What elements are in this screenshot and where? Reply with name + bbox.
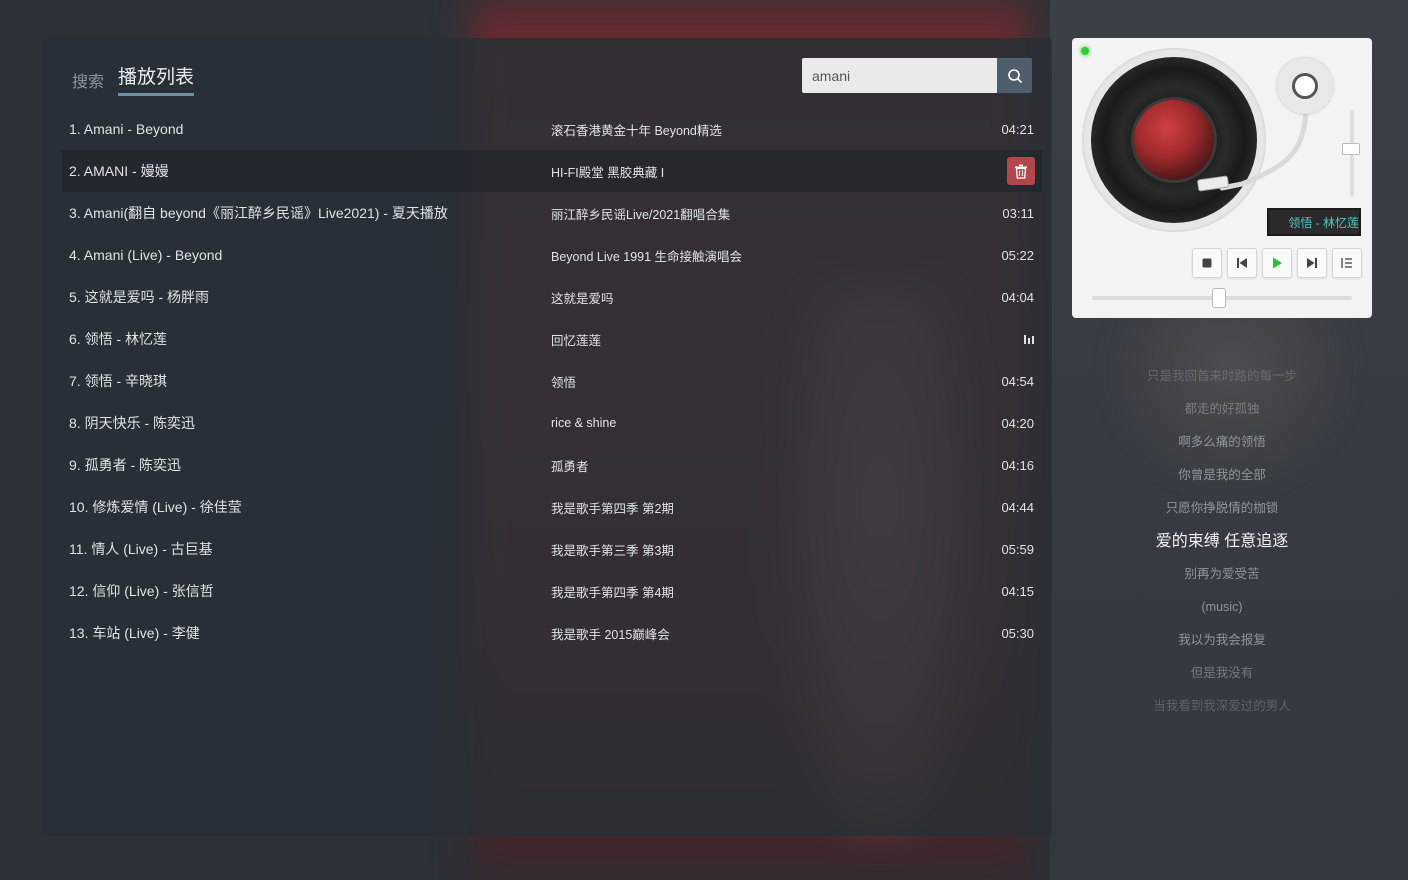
- song-list: 1. Amani - Beyond 滚石香港黄金十年 Beyond精选 04:2…: [62, 108, 1042, 654]
- song-duration: 05:30: [1001, 625, 1034, 641]
- song-duration: 04:44: [1001, 499, 1034, 515]
- playlist-panel: 搜索 播放列表 1. Amani - Beyond 滚石香港黄金十年 Beyon…: [42, 38, 1052, 836]
- table-row[interactable]: 2. AMANI - 嫚嫚 HI-FI殿堂 黑胶典藏 I: [62, 150, 1042, 192]
- lyric-line-current: 爱的束缚 任意追逐: [1155, 533, 1289, 550]
- song-title: 10. 修炼爱情 (Live) - 徐佳莹: [69, 499, 242, 515]
- now-playing-text: 领悟 - 林忆莲: [1288, 215, 1359, 230]
- playback-controls: [1192, 248, 1362, 278]
- song-album: 这就是爱吗: [551, 291, 614, 306]
- song-title: 2. AMANI - 嫚嫚: [69, 163, 169, 179]
- now-playing-equalizer-icon: [1024, 334, 1034, 344]
- table-row[interactable]: 4. Amani (Live) - Beyond Beyond Live 199…: [62, 234, 1042, 276]
- song-album: Beyond Live 1991 生命接触演唱会: [551, 249, 743, 264]
- table-row[interactable]: 8. 阴天快乐 - 陈奕迅 rice & shine 04:20: [62, 402, 1042, 444]
- song-title: 13. 车站 (Live) - 李健: [69, 625, 200, 641]
- table-row[interactable]: 5. 这就是爱吗 - 杨胖雨 这就是爱吗 04:04: [62, 276, 1042, 318]
- song-duration: 04:20: [1001, 415, 1034, 431]
- skip-previous-icon: [1237, 258, 1247, 268]
- song-duration: 05:59: [1001, 541, 1034, 557]
- progress-slider-thumb[interactable]: [1212, 288, 1227, 308]
- search-button[interactable]: [997, 58, 1032, 93]
- table-row[interactable]: 10. 修炼爱情 (Live) - 徐佳莹 我是歌手第四季 第2期 04:44: [62, 486, 1042, 528]
- song-album: 孤勇者: [551, 459, 589, 474]
- song-album: 我是歌手 2015巅峰会: [551, 627, 670, 642]
- song-album: 我是歌手第四季 第2期: [551, 501, 674, 516]
- delete-button[interactable]: [1007, 157, 1035, 185]
- song-album: 我是歌手第四季 第4期: [551, 585, 674, 600]
- lyric-line: 别再为爱受苦: [1184, 567, 1260, 581]
- playlist-button[interactable]: [1332, 248, 1362, 278]
- song-duration: 04:04: [1001, 289, 1034, 305]
- table-row[interactable]: 11. 情人 (Live) - 古巨基 我是歌手第三季 第3期 05:59: [62, 528, 1042, 570]
- lyric-line: 但是我没有: [1190, 666, 1254, 680]
- lyric-line: (music): [1201, 600, 1243, 614]
- song-album: rice & shine: [551, 416, 617, 430]
- song-title: 7. 领悟 - 辛晓琪: [69, 373, 168, 389]
- turntable-player: 领悟 - 林忆莲: [1072, 38, 1372, 318]
- song-duration: 04:16: [1001, 457, 1034, 473]
- lyric-line: 我以为我会报复: [1178, 633, 1266, 647]
- song-title: 1. Amani - Beyond: [69, 121, 184, 137]
- song-album: 我是歌手第三季 第3期: [551, 543, 674, 558]
- song-title: 6. 领悟 - 林忆莲: [69, 331, 168, 347]
- lyric-line: 只是我回首来时路的每一步: [1146, 369, 1297, 383]
- lyric-line: 都走的好孤独: [1184, 402, 1260, 416]
- tab-playlist[interactable]: 播放列表: [118, 62, 195, 96]
- table-row[interactable]: 9. 孤勇者 - 陈奕迅 孤勇者 04:16: [62, 444, 1042, 486]
- song-album: 滚石香港黄金十年 Beyond精选: [551, 123, 722, 138]
- trash-icon: [1015, 164, 1027, 179]
- table-row[interactable]: 3. Amani(翻自 beyond《丽江醉乡民谣》Live2021) - 夏天…: [62, 192, 1042, 234]
- search-box: [802, 58, 1032, 93]
- tab-search[interactable]: 搜索: [72, 68, 104, 96]
- now-playing-display: 领悟 - 林忆莲: [1267, 208, 1361, 236]
- previous-button[interactable]: [1227, 248, 1257, 278]
- song-duration: 04:21: [1001, 121, 1034, 137]
- lyric-line: 当我看到我深爱过的男人: [1153, 699, 1291, 713]
- next-button[interactable]: [1297, 248, 1327, 278]
- song-title: 8. 阴天快乐 - 陈奕迅: [69, 415, 196, 431]
- song-duration: 04:54: [1001, 373, 1034, 389]
- table-row[interactable]: 7. 领悟 - 辛晓琪 领悟 04:54: [62, 360, 1042, 402]
- song-title: 12. 信仰 (Live) - 张信哲: [69, 583, 214, 599]
- song-title: 3. Amani(翻自 beyond《丽江醉乡民谣》Live2021) - 夏天…: [69, 205, 448, 221]
- stop-button[interactable]: [1192, 248, 1222, 278]
- song-album: 领悟: [551, 375, 577, 390]
- stop-icon: [1202, 258, 1212, 268]
- lyric-line: 啊多么痛的领悟: [1178, 435, 1266, 449]
- song-title: 4. Amani (Live) - Beyond: [69, 247, 223, 263]
- volume-slider-thumb[interactable]: [1342, 142, 1360, 155]
- lyrics-panel: 只是我回首来时路的每一步 都走的好孤独 啊多么痛的领悟 你曾是我的全部 只愿你挣…: [1072, 360, 1372, 723]
- search-icon: [1007, 68, 1022, 83]
- song-duration: 05:22: [1001, 247, 1034, 263]
- play-icon: [1273, 257, 1282, 269]
- lyric-line: 只愿你挣脱情的枷锁: [1165, 501, 1279, 515]
- tab-bar: 搜索 播放列表: [72, 62, 195, 96]
- song-album: 回忆莲莲: [551, 333, 602, 348]
- skip-next-icon: [1307, 258, 1317, 268]
- lyric-line: 你曾是我的全部: [1178, 468, 1266, 482]
- table-row[interactable]: 12. 信仰 (Live) - 张信哲 我是歌手第四季 第4期 04:15: [62, 570, 1042, 612]
- song-album: 丽江醉乡民谣Live/2021翻唱合集: [551, 207, 731, 222]
- song-title: 9. 孤勇者 - 陈奕迅: [69, 457, 182, 473]
- song-title: 11. 情人 (Live) - 古巨基: [69, 541, 213, 557]
- table-row[interactable]: 6. 领悟 - 林忆莲 回忆莲莲: [62, 318, 1042, 360]
- song-title: 5. 这就是爱吗 - 杨胖雨: [69, 289, 210, 305]
- song-duration: 04:15: [1001, 583, 1034, 599]
- search-input[interactable]: [802, 58, 997, 93]
- table-row[interactable]: 1. Amani - Beyond 滚石香港黄金十年 Beyond精选 04:2…: [62, 108, 1042, 150]
- song-album: HI-FI殿堂 黑胶典藏 I: [551, 165, 665, 180]
- play-button[interactable]: [1262, 248, 1292, 278]
- song-duration: 03:11: [1002, 205, 1034, 221]
- playlist-icon: [1341, 258, 1352, 268]
- tonearm-pivot: [1292, 73, 1318, 99]
- table-row[interactable]: 13. 车站 (Live) - 李健 我是歌手 2015巅峰会 05:30: [62, 612, 1042, 654]
